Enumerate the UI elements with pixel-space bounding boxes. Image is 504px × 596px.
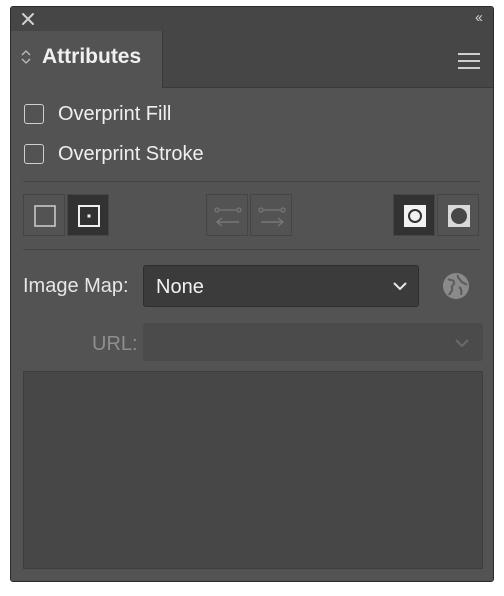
solid-circle-fill-icon bbox=[448, 205, 470, 227]
image-map-label: Image Map: bbox=[23, 275, 129, 297]
tab-label: Attributes bbox=[42, 45, 142, 68]
overprint-stroke-label: Overprint Stroke bbox=[58, 142, 204, 165]
notes-textarea[interactable] bbox=[23, 371, 483, 569]
show-center-button[interactable] bbox=[67, 194, 109, 236]
panel-tab-bar: Attributes bbox=[11, 31, 493, 88]
overprint-fill-checkbox[interactable] bbox=[24, 104, 44, 124]
square-outline-icon bbox=[34, 205, 56, 227]
non-zero-winding-fill-rule-button[interactable] bbox=[393, 194, 435, 236]
globe-icon[interactable] bbox=[441, 271, 471, 301]
ring-fill-icon bbox=[404, 205, 426, 227]
close-icon[interactable] bbox=[21, 12, 35, 26]
reverse-path-right-icon bbox=[258, 207, 286, 227]
chevron-down-icon bbox=[455, 339, 469, 348]
panel-titlebar: ‹‹ bbox=[11, 7, 493, 31]
hide-center-button[interactable] bbox=[23, 194, 65, 236]
overprint-stroke-checkbox[interactable] bbox=[24, 144, 44, 164]
reverse-path-direction-on-button[interactable] bbox=[250, 194, 292, 236]
url-combobox[interactable] bbox=[143, 323, 483, 361]
even-odd-fill-rule-button[interactable] bbox=[437, 194, 479, 236]
chevron-down-icon bbox=[393, 282, 407, 291]
overprint-fill-checkbox-row[interactable]: Overprint Fill bbox=[24, 101, 171, 127]
reverse-path-direction-off-button[interactable] bbox=[206, 194, 248, 236]
attributes-panel: ‹‹ Attributes Overprint Fill Overprint S… bbox=[10, 6, 494, 582]
square-center-dot-icon bbox=[78, 205, 100, 227]
divider bbox=[23, 249, 481, 250]
panel-menu-icon[interactable] bbox=[458, 53, 480, 69]
overprint-fill-label: Overprint Fill bbox=[58, 102, 172, 125]
url-label: URL: bbox=[92, 333, 138, 355]
overprint-stroke-checkbox-row[interactable]: Overprint Stroke bbox=[24, 141, 204, 167]
divider bbox=[23, 181, 481, 182]
reverse-path-left-icon bbox=[214, 207, 242, 227]
image-map-value: None bbox=[156, 276, 204, 298]
collapse-panel-icon[interactable]: ‹‹ bbox=[475, 9, 483, 26]
tab-attributes[interactable]: Attributes bbox=[11, 31, 163, 88]
tab-expand-arrows-icon bbox=[21, 50, 31, 64]
image-map-select[interactable]: None bbox=[143, 265, 419, 307]
